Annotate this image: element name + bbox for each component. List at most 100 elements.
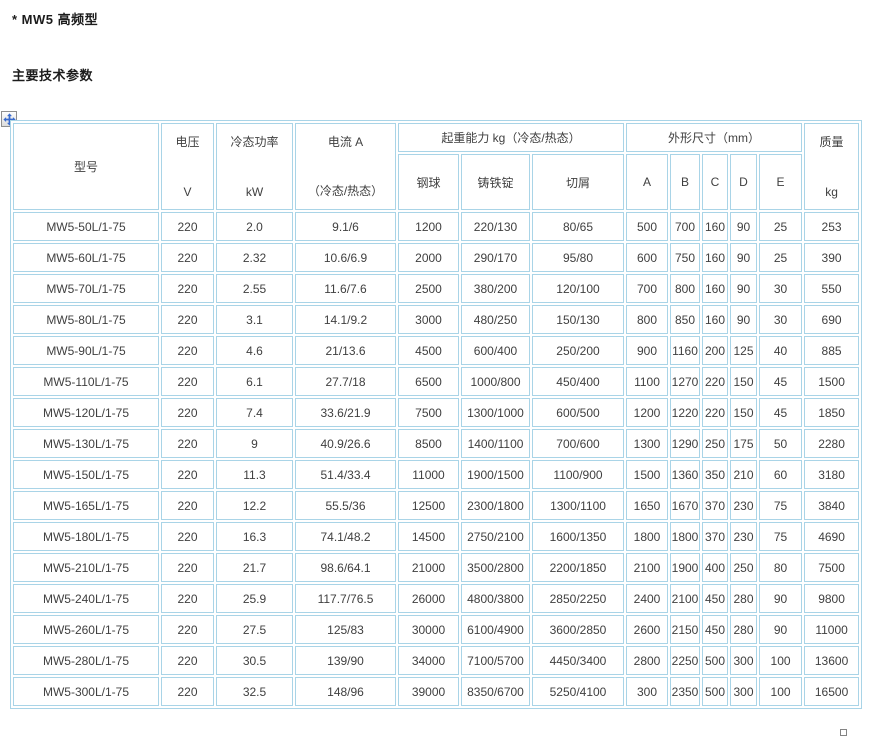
table-row: MW5-260L/1-7522027.5125/83300006100/4900… <box>13 615 859 644</box>
table-row: MW5-90L/1-752204.621/13.64500600/400250/… <box>13 336 859 365</box>
table-resize-handle[interactable] <box>840 729 847 736</box>
table-cell: 2.0 <box>216 212 293 241</box>
table-cell: 90 <box>759 615 802 644</box>
table-cell: 280 <box>730 584 757 613</box>
table-cell: 9.1/6 <box>295 212 396 241</box>
table-cell: 100 <box>759 677 802 706</box>
table-cell: 80 <box>759 553 802 582</box>
table-cell: MW5-60L/1-75 <box>13 243 159 272</box>
table-cell: 2350 <box>670 677 700 706</box>
table-cell: 370 <box>702 491 728 520</box>
table-cell: 27.7/18 <box>295 367 396 396</box>
table-cell: 30.5 <box>216 646 293 675</box>
header-row-groups: 型号 电压 V 冷态功率 kW 电流 A （冷态/热态） <box>13 123 859 152</box>
header-dim-a: A <box>626 154 668 210</box>
table-cell: 117.7/76.5 <box>295 584 396 613</box>
table-cell: 2300/1800 <box>461 491 530 520</box>
table-cell: 2500 <box>398 274 459 303</box>
table-cell: MW5-165L/1-75 <box>13 491 159 520</box>
table-cell: 2280 <box>804 429 859 458</box>
table-cell: 11.3 <box>216 460 293 489</box>
table-cell: 21.7 <box>216 553 293 582</box>
table-cell: 1360 <box>670 460 700 489</box>
table-cell: 290/170 <box>461 243 530 272</box>
table-cell: 1300 <box>626 429 668 458</box>
table-cell: 150 <box>730 367 757 396</box>
table-cell: 3500/2800 <box>461 553 530 582</box>
table-cell: 220/130 <box>461 212 530 241</box>
table-cell: 1850 <box>804 398 859 427</box>
table-row: MW5-150L/1-7522011.351.4/33.4110001900/1… <box>13 460 859 489</box>
table-cell: 148/96 <box>295 677 396 706</box>
table-cell: 220 <box>161 522 214 551</box>
table-cell: 30 <box>759 305 802 334</box>
table-cell: MW5-130L/1-75 <box>13 429 159 458</box>
table-cell: 2.55 <box>216 274 293 303</box>
table-cell: 2600 <box>626 615 668 644</box>
table-cell: 300 <box>730 677 757 706</box>
page: * MW5 高频型 主要技术参数 型号 电压 V <box>0 0 873 752</box>
table-cell: 2750/2100 <box>461 522 530 551</box>
header-mass-unit: kg <box>825 185 838 199</box>
header-dim-c: C <box>702 154 728 210</box>
table-cell: 2.32 <box>216 243 293 272</box>
table-cell: 2150 <box>670 615 700 644</box>
table-cell: 125 <box>730 336 757 365</box>
table-cell: 1220 <box>670 398 700 427</box>
table-cell: 250 <box>730 553 757 582</box>
table-cell: 4690 <box>804 522 859 551</box>
table-cell: 3180 <box>804 460 859 489</box>
table-cell: 16.3 <box>216 522 293 551</box>
table-cell: 9800 <box>804 584 859 613</box>
table-cell: MW5-90L/1-75 <box>13 336 159 365</box>
table-cell: 7.4 <box>216 398 293 427</box>
table-cell: 150/130 <box>532 305 624 334</box>
table-row: MW5-70L/1-752202.5511.6/7.62500380/20012… <box>13 274 859 303</box>
table-cell: 12.2 <box>216 491 293 520</box>
table-cell: 30 <box>759 274 802 303</box>
table-cell: 160 <box>702 243 728 272</box>
table-cell: 75 <box>759 522 802 551</box>
table-cell: 13600 <box>804 646 859 675</box>
table-cell: 1300/1000 <box>461 398 530 427</box>
table-row: MW5-60L/1-752202.3210.6/6.92000290/17095… <box>13 243 859 272</box>
table-cell: 51.4/33.4 <box>295 460 396 489</box>
table-cell: 7500 <box>804 553 859 582</box>
table-cell: 370 <box>702 522 728 551</box>
table-cell: 500 <box>626 212 668 241</box>
header-model: 型号 <box>13 123 159 210</box>
table-cell: 39000 <box>398 677 459 706</box>
table-cell: 2100 <box>626 553 668 582</box>
table-cell: 21/13.6 <box>295 336 396 365</box>
table-cell: 30000 <box>398 615 459 644</box>
table-cell: 2250 <box>670 646 700 675</box>
table-cell: 280 <box>730 615 757 644</box>
spec-table: 型号 电压 V 冷态功率 kW 电流 A （冷态/热态） <box>10 120 862 709</box>
table-cell: 600/400 <box>461 336 530 365</box>
header-dim-b: B <box>670 154 700 210</box>
table-cell: 850 <box>670 305 700 334</box>
table-row: MW5-130L/1-75220940.9/26.685001400/11007… <box>13 429 859 458</box>
table-cell: 1100/900 <box>532 460 624 489</box>
table-cell: 160 <box>702 274 728 303</box>
table-cell: 220 <box>161 305 214 334</box>
table-cell: 250 <box>702 429 728 458</box>
header-cold-power-label: 冷态功率 <box>230 133 278 150</box>
header-voltage: 电压 V <box>161 123 214 210</box>
table-cell: 220 <box>161 367 214 396</box>
table-cell: MW5-260L/1-75 <box>13 615 159 644</box>
table-cell: 25 <box>759 243 802 272</box>
table-cell: 90 <box>730 274 757 303</box>
table-cell: 220 <box>161 212 214 241</box>
table-cell: 4450/3400 <box>532 646 624 675</box>
table-cell: 1650 <box>626 491 668 520</box>
header-lifting-capacity-group: 起重能力 kg（冷态/热态） <box>398 123 624 152</box>
table-cell: 1500 <box>626 460 668 489</box>
table-cell: 27.5 <box>216 615 293 644</box>
table-cell: MW5-80L/1-75 <box>13 305 159 334</box>
table-cell: 60 <box>759 460 802 489</box>
table-cell: 21000 <box>398 553 459 582</box>
header-current: 电流 A （冷态/热态） <box>295 123 396 210</box>
table-cell: 1900 <box>670 553 700 582</box>
table-cell: 1300/1100 <box>532 491 624 520</box>
